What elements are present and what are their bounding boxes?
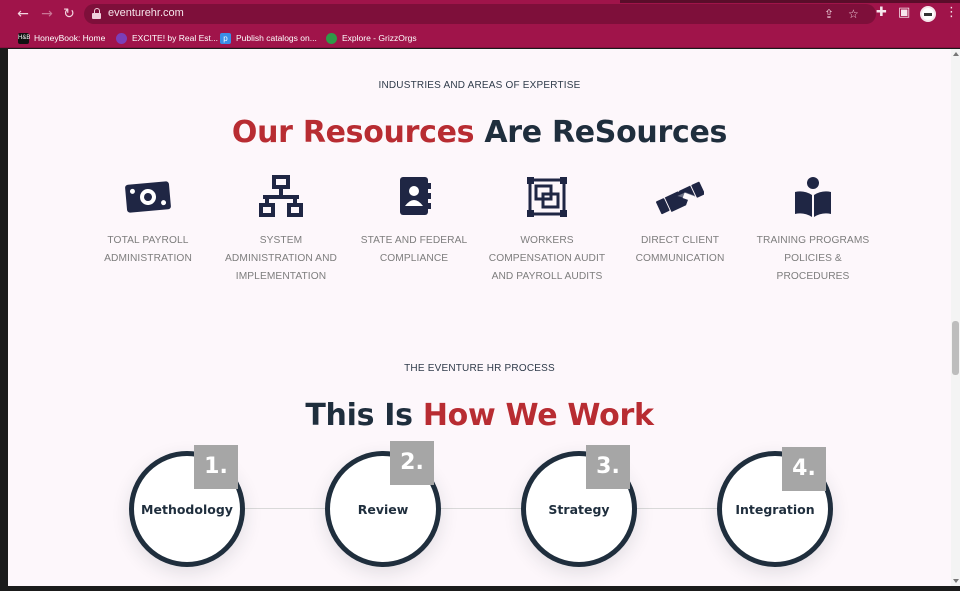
service-label: WORKERS COMPENSATION AUDIT AND PAYROLL A… [488,235,606,282]
resources-eyebrow: INDUSTRIES AND AREAS OF EXPERTISE [378,80,581,91]
bookmark-star-icon[interactable]: ☆ [848,7,859,21]
process-title: This Is How We Work [8,398,951,433]
service-label: DIRECT CLIENT COMMUNICATION [635,235,725,264]
url-text: eventurehr.com [108,7,184,19]
address-bar[interactable]: eventurehr.com ⇪ ☆ [84,4,876,24]
resources-title-red: Our Resources [231,115,475,150]
service-compliance: STATE AND FEDERAL COMPLIANCE [354,175,474,268]
bookmark-label: Publish catalogs on... [236,33,317,43]
step-number-badge: 3. [586,445,630,489]
money-bill-icon [125,181,171,213]
service-system-admin: SYSTEM ADMINISTRATION AND IMPLEMENTATION [221,175,341,286]
scroll-up-arrow-icon[interactable] [953,52,959,56]
service-label: STATE AND FEDERAL COMPLIANCE [360,235,468,264]
lock-icon [92,8,101,19]
process-title-navy: This Is [305,398,413,433]
service-workers-comp: WORKERS COMPENSATION AUDIT AND PAYROLL A… [487,175,607,286]
bookmark-label: Explore - GrizzOrgs [342,33,417,43]
tab-strip-edge [620,0,960,3]
step-connector [441,508,521,509]
step-number-badge: 1. [194,445,238,489]
step-connector [245,508,325,509]
menu-kebab-icon[interactable]: ⋮ [945,5,958,20]
scrollbar-thumb[interactable] [952,321,959,375]
window-bottom-edge [0,586,960,591]
share-icon[interactable]: ⇪ [824,7,834,21]
bookmark-label: HoneyBook: Home [34,33,106,43]
service-label: SYSTEM ADMINISTRATION AND IMPLEMENTATION [225,235,337,282]
bookmarks-bar: H&B HoneyBook: Home EXCITE! by Real Est.… [0,28,960,48]
grizzorgs-icon [326,32,337,44]
resources-title-navy: Are ReSources [484,115,728,150]
network-icon [259,175,303,217]
address-book-icon [400,177,431,215]
service-client-communication: DIRECT CLIENT COMMUNICATION [620,175,740,268]
excite-icon [116,32,127,44]
service-training: TRAINING PROGRAMS POLICIES & PROCEDURES [753,175,873,286]
service-label: TOTAL PAYROLL ADMINISTRATION [104,235,192,264]
process-title-red: How We Work [422,398,654,433]
scroll-down-arrow-icon[interactable] [953,579,959,583]
step-number-badge: 4. [782,447,826,491]
side-panel-icon[interactable]: ▣ [898,5,910,20]
browser-toolbar: ← → ↻ eventurehr.com ⇪ ☆ ✚ ▣ ⋮ [0,0,960,28]
process-eyebrow: THE EVENTURE HR PROCESS [404,363,555,374]
publish-icon: p [220,32,231,44]
service-label: TRAINING PROGRAMS POLICIES & PROCEDURES [756,235,870,282]
bookmark-publish[interactable]: p Publish catalogs on... [220,31,317,45]
page-viewport: INDUSTRIES AND AREAS OF EXPERTISE Our Re… [8,49,951,586]
service-total-payroll: TOTAL PAYROLL ADMINISTRATION [88,175,208,268]
step-number-badge: 2. [390,441,434,485]
forward-arrow-icon[interactable]: → [38,5,56,23]
book-reader-icon [795,177,831,217]
bookmark-excite[interactable]: EXCITE! by Real Est... [116,31,218,45]
resources-title: Our Resources Are ReSources [8,115,951,150]
step-connector [637,508,717,509]
vertical-scrollbar[interactable] [951,49,960,586]
bookmark-label: EXCITE! by Real Est... [132,33,218,43]
extensions-icon[interactable]: ✚ [876,5,887,20]
handshake-icon [656,181,704,215]
back-arrow-icon[interactable]: ← [14,5,32,23]
reload-icon[interactable]: ↻ [60,5,78,23]
bookmark-grizzorgs[interactable]: Explore - GrizzOrgs [326,31,417,45]
bookmark-honeybook[interactable]: H&B HoneyBook: Home [18,31,105,45]
profile-avatar-icon[interactable] [920,6,936,22]
object-group-icon [527,177,567,217]
honeybook-icon: H&B [18,32,30,44]
